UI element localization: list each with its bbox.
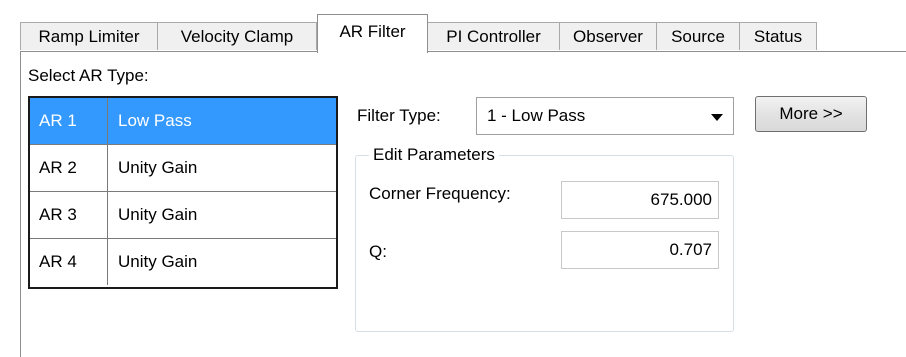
more-button-label: More >> — [779, 104, 843, 123]
ar-id-cell: AR 4 — [30, 239, 108, 285]
ar-type-cell: Unity Gain — [118, 252, 198, 271]
more-button[interactable]: More >> — [755, 96, 867, 132]
tab-ramp-limiter[interactable]: Ramp Limiter — [20, 22, 158, 50]
q-label: Q: — [369, 242, 387, 261]
ar-id-cell: AR 1 — [30, 98, 108, 144]
tab-pi-controller[interactable]: PI Controller — [427, 22, 560, 50]
corner-frequency-label: Corner Frequency: — [369, 184, 511, 203]
tab-label: Velocity Clamp — [180, 27, 294, 46]
tab-label: AR Filter — [339, 22, 406, 41]
corner-frequency-input[interactable]: 675.000 — [561, 181, 719, 219]
tab-status[interactable]: Status — [739, 22, 817, 50]
tab-label: Source — [671, 27, 725, 46]
filter-type-label: Filter Type: — [357, 106, 441, 125]
q-input[interactable]: 0.707 — [561, 231, 719, 269]
ar-list-row[interactable]: AR 2 Unity Gain — [30, 145, 336, 192]
tab-label: PI Controller — [446, 27, 541, 46]
tab-strip: Ramp Limiter Velocity Clamp AR Filter PI… — [20, 14, 906, 53]
tab-label: Status — [753, 27, 803, 46]
tab-label: Observer — [573, 27, 643, 46]
ar-list-row[interactable]: AR 3 Unity Gain — [30, 192, 336, 239]
ar-list-row[interactable]: AR 1 Low Pass — [30, 98, 336, 145]
tab-velocity-clamp[interactable]: Velocity Clamp — [157, 22, 317, 50]
ar-type-cell: Unity Gain — [118, 158, 198, 177]
ar-id-cell: AR 3 — [30, 192, 108, 238]
ar-type-list[interactable]: AR 1 Low Pass AR 2 Unity Gain AR 3 Unity… — [28, 96, 338, 289]
q-value: 0.707 — [669, 240, 712, 259]
tab-ar-filter[interactable]: AR Filter — [317, 14, 428, 53]
edit-parameters-title: Edit Parameters — [369, 144, 499, 166]
tab-observer[interactable]: Observer — [559, 22, 657, 50]
ar-list-row[interactable]: AR 4 Unity Gain — [30, 239, 336, 286]
filter-type-dropdown[interactable]: 1 - Low Pass — [476, 97, 734, 135]
ar-type-cell: Low Pass — [118, 111, 192, 130]
tab-source[interactable]: Source — [656, 22, 740, 50]
tab-label: Ramp Limiter — [38, 27, 140, 46]
ar-id-cell: AR 2 — [30, 145, 108, 191]
select-ar-type-label: Select AR Type: — [28, 66, 149, 85]
corner-frequency-value: 675.000 — [650, 190, 712, 209]
filter-type-value: 1 - Low Pass — [487, 106, 586, 125]
ar-type-cell: Unity Gain — [118, 205, 198, 224]
chevron-down-icon[interactable] — [711, 114, 723, 121]
